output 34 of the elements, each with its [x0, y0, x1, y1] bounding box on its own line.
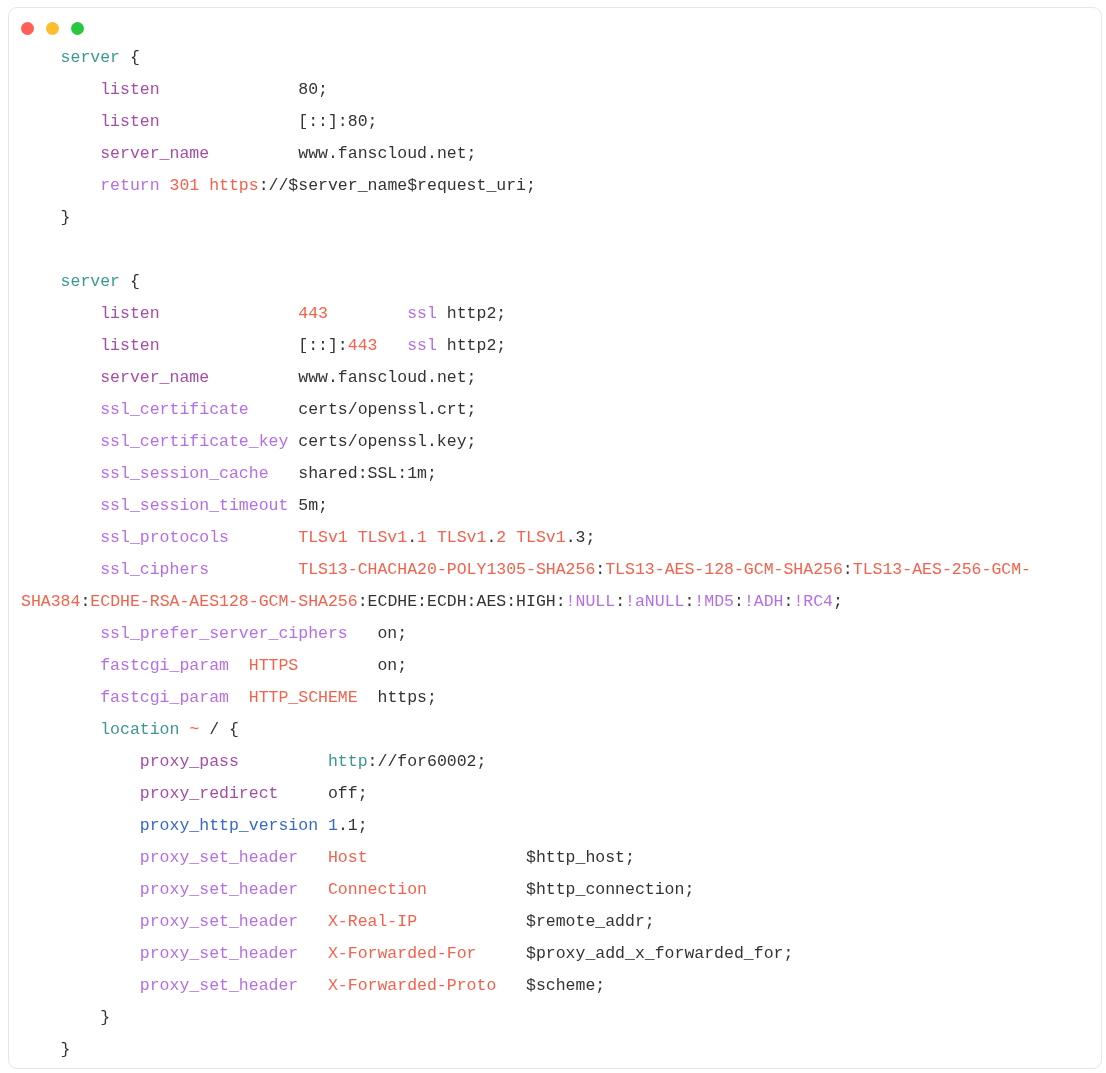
code-line: server_name www.fanscloud.net; — [99, 367, 477, 389]
code-line: ssl_certificate certs/openssl.crt; — [99, 399, 477, 421]
code-line: proxy_set_header X-Forwarded-For $proxy_add_x_forwarded_for; — [138, 943, 794, 965]
code-line: server_name www.fanscloud.net; — [99, 143, 477, 165]
code-line: } — [59, 1039, 71, 1061]
code-line: ssl_protocols TLSv1 TLSv1.1 TLSv1.2 TLSv1.3; — [99, 527, 596, 549]
code-line: listen 80; — [99, 79, 328, 101]
code-line: SHA384:ECDHE-RSA-AES128-GCM-SHA256:ECDHE:ECDH:AES:HIGH:!NULL:!aNULL:!MD5:!ADH:!RC4; — [21, 591, 843, 613]
code-line: proxy_set_header Host $http_host; — [138, 847, 635, 869]
code-line: proxy_pass http://for60002; — [138, 751, 487, 773]
code-line: ssl_session_cache shared:SSL:1m; — [99, 463, 437, 485]
code-line: server { — [59, 271, 140, 293]
code-line: ssl_certificate_key certs/openssl.key; — [99, 431, 477, 453]
code-line: proxy_redirect off; — [138, 783, 368, 805]
window-control-dot[interactable] — [71, 21, 84, 35]
code-line: proxy_set_header Connection $http_connection; — [138, 879, 695, 901]
code-line: server { — [59, 47, 140, 69]
code-line: proxy_http_version 1.1; — [138, 815, 368, 837]
code-line: ssl_prefer_server_ciphers on; — [99, 623, 408, 645]
code-line: ssl_ciphers TLS13-CHACHA20-POLY1305-SHA256:TLS13-AES-128-GCM-SHA256:TLS13-AES-256-GCM- — [99, 559, 1031, 581]
code-line: proxy_set_header X-Real-IP $remote_addr; — [138, 911, 655, 933]
code-line: listen [::]:80; — [99, 111, 378, 133]
code-line: } — [99, 1007, 111, 1029]
window-control-dot[interactable] — [46, 21, 59, 35]
code-line: fastcgi_param HTTP_SCHEME https; — [99, 687, 437, 709]
code-line: listen [::]:443 ssl http2; — [99, 335, 507, 357]
window-control-dot[interactable] — [21, 21, 34, 35]
code-line: return 301 https://$server_name$request_uri; — [99, 175, 536, 197]
code-line: fastcgi_param HTTPS on; — [99, 655, 408, 677]
code-line: proxy_set_header X-Forwarded-Proto $scheme; — [138, 975, 606, 997]
code-line: } — [59, 207, 71, 229]
code-line: listen 443 ssl http2; — [99, 303, 507, 325]
code-line: ssl_session_timeout 5m; — [99, 495, 328, 517]
code-line: location ~ / { — [99, 719, 239, 741]
